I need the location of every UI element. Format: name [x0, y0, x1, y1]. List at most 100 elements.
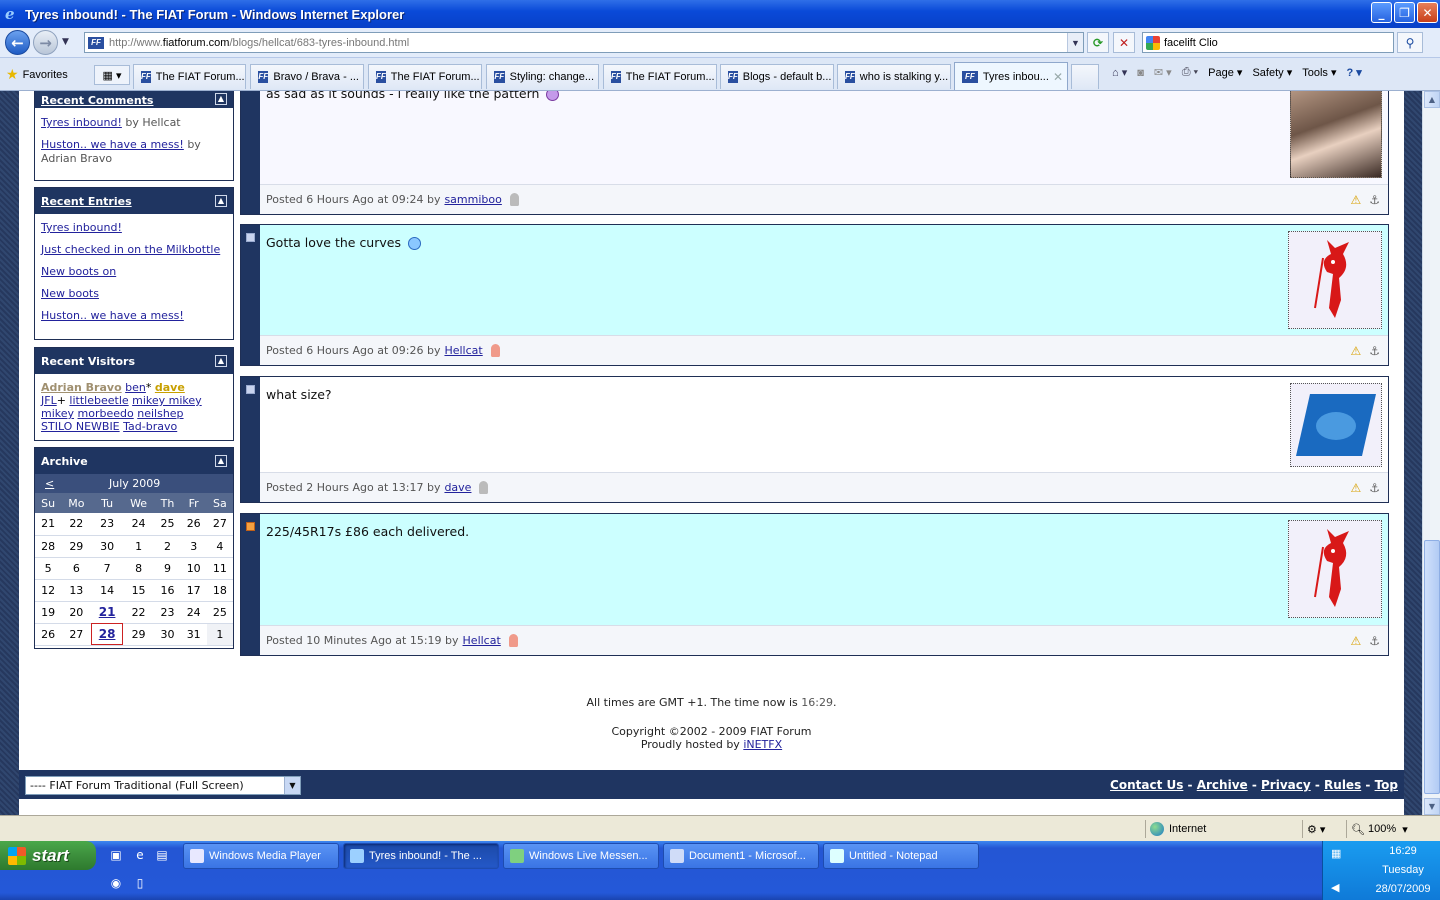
mail-icon[interactable]: ✉ ▾ [1154, 66, 1172, 79]
tab-3[interactable]: FF The FIAT Forum... [368, 64, 482, 89]
quicklaunch-media-icon[interactable]: ◉ [108, 875, 124, 891]
tab-1[interactable]: FF The FIAT Forum... [133, 64, 246, 89]
tools-menu[interactable]: Tools ▾ [1302, 66, 1336, 79]
calendar-day: 26 [35, 623, 62, 646]
task-internet-explorer[interactable]: Tyres inbound! - The ... [343, 843, 499, 869]
stop-button[interactable]: ✕ [1113, 32, 1135, 53]
help-icon[interactable]: ? ▾ [1346, 66, 1361, 79]
zoom-button[interactable]: 🔍︎ 100% ▾ [1346, 820, 1422, 838]
task-media-player[interactable]: Windows Media Player [183, 843, 339, 869]
host-link[interactable]: iNETFX [743, 738, 782, 751]
network-icon[interactable]: ▦ [1331, 847, 1341, 860]
post-author-link[interactable]: Hellcat [444, 344, 482, 357]
visitor-link[interactable]: mikey mikey [132, 394, 202, 407]
window-titlebar[interactable]: e Tyres inbound! - The FIAT Forum - Wind… [0, 0, 1440, 28]
post-author-link[interactable]: sammiboo [444, 193, 501, 206]
report-icon[interactable]: ⚠ [1350, 344, 1361, 358]
visitor-link[interactable]: dave [155, 381, 185, 394]
close-button[interactable]: ✕ [1417, 2, 1438, 23]
quicklaunch-desktop-icon[interactable]: ▣ [108, 847, 124, 863]
post-author-link[interactable]: Hellcat [463, 634, 501, 647]
task-word[interactable]: Document1 - Microsof... [663, 843, 819, 869]
entry-link[interactable]: Tyres inbound! [41, 221, 122, 234]
tab-active[interactable]: FF Tyres inbou... ✕ [954, 62, 1068, 90]
task-notepad[interactable]: Untitled - Notepad [823, 843, 979, 869]
collapse-icon[interactable]: ▲ [215, 195, 227, 207]
tab-4[interactable]: FF Styling: change... [486, 64, 599, 89]
visitor-link[interactable]: littlebeetle [69, 394, 128, 407]
report-icon[interactable]: ⚠ [1350, 481, 1361, 495]
tab-5[interactable]: FF The FIAT Forum... [603, 64, 717, 89]
report-icon[interactable]: ⚠ [1350, 634, 1361, 648]
visitor-link[interactable]: Adrian Bravo [41, 381, 122, 394]
minimize-button[interactable]: _ [1371, 2, 1392, 23]
entry-link[interactable]: New boots on [41, 265, 116, 278]
permalink-icon[interactable]: ⚓ [1369, 634, 1380, 648]
search-input[interactable]: facelift Clio [1142, 32, 1394, 53]
collapse-icon[interactable]: ▲ [215, 93, 227, 105]
url-input[interactable]: FF http://www. fiatforum.com/blogs/hellca… [84, 32, 1084, 53]
post-author-link[interactable]: dave [444, 481, 471, 494]
contact-us-link[interactable]: Contact Us [1110, 778, 1183, 792]
top-link[interactable]: Top [1375, 778, 1398, 792]
comment-link[interactable]: Tyres inbound! [41, 116, 122, 129]
tab-6[interactable]: FF Blogs - default b... [720, 64, 834, 89]
volume-icon[interactable]: ◀ [1331, 881, 1339, 894]
task-messenger[interactable]: Windows Live Messen... [503, 843, 659, 869]
entry-link[interactable]: Huston.. we have a mess! [41, 309, 184, 322]
recent-comments-title[interactable]: Recent Comments [41, 94, 153, 107]
favorites-button[interactable]: ★ Favorites [6, 66, 68, 83]
scroll-down-icon[interactable]: ▼ [1424, 798, 1440, 815]
style-chooser-select[interactable]: ---- FIAT Forum Traditional (Full Screen… [25, 776, 301, 795]
calendar-day-link[interactable]: 21 [99, 605, 116, 619]
page-menu[interactable]: Page ▾ [1208, 66, 1242, 79]
tab-7[interactable]: FF who is stalking y... [837, 64, 951, 89]
collapse-icon[interactable]: ▲ [215, 455, 227, 467]
protected-mode-icon[interactable]: ⚙ ▾ [1302, 820, 1344, 838]
print-icon[interactable]: ⎙ ▾ [1182, 66, 1198, 79]
vertical-scrollbar[interactable]: ▲ ▼ [1422, 91, 1440, 815]
scroll-up-icon[interactable]: ▲ [1424, 91, 1440, 108]
calendar-prev-link[interactable]: < [45, 477, 54, 490]
quicklaunch-ie-icon[interactable]: e [132, 847, 148, 863]
refresh-button[interactable]: ⟳ [1087, 32, 1109, 53]
tab-close-icon[interactable]: ✕ [1049, 70, 1063, 84]
recent-entries-title[interactable]: Recent Entries [41, 195, 132, 208]
permalink-icon[interactable]: ⚓ [1369, 193, 1380, 207]
visitor-link[interactable]: JFL [41, 394, 57, 407]
visitor-link[interactable]: Tad-bravo [123, 420, 177, 433]
url-dropdown-icon[interactable]: ▼ [1067, 33, 1083, 52]
calendar-day-link[interactable]: 28 [99, 627, 116, 641]
feeds-icon[interactable]: ◙ [1137, 67, 1144, 79]
entry-link[interactable]: Just checked in on the Milkbottle [41, 243, 220, 256]
permalink-icon[interactable]: ⚓ [1369, 481, 1380, 495]
report-icon[interactable]: ⚠ [1350, 193, 1361, 207]
new-tab-button[interactable] [1071, 64, 1099, 89]
rules-link[interactable]: Rules [1324, 778, 1361, 792]
safety-menu[interactable]: Safety ▾ [1252, 66, 1292, 79]
visitor-link[interactable]: ben [125, 381, 146, 394]
entry-link[interactable]: New boots [41, 287, 99, 300]
forward-button[interactable]: → [33, 30, 58, 55]
archive-link[interactable]: Archive [1197, 778, 1248, 792]
tab-2[interactable]: FF Bravo / Brava - ... [250, 64, 364, 89]
visitor-link[interactable]: neilshep [137, 407, 183, 420]
visitor-link[interactable]: morbeedo [78, 407, 134, 420]
comment-link[interactable]: Huston.. we have a mess! [41, 138, 184, 151]
quicklaunch-notepad-icon[interactable]: ▯ [132, 875, 148, 891]
history-dropdown-icon[interactable]: ▼ [62, 37, 69, 47]
permalink-icon[interactable]: ⚓ [1369, 344, 1380, 358]
scroll-thumb[interactable] [1424, 540, 1440, 794]
home-icon[interactable]: ⌂ ▾ [1112, 66, 1127, 79]
back-button[interactable]: ← [5, 30, 30, 55]
clock-time[interactable]: 16:29 [1373, 845, 1433, 857]
collapse-icon[interactable]: ▲ [215, 355, 227, 367]
privacy-link[interactable]: Privacy [1261, 778, 1311, 792]
start-button[interactable]: start [0, 841, 96, 870]
quicklaunch-word-icon[interactable]: ▤ [154, 847, 170, 863]
maximize-button[interactable]: ❐ [1394, 2, 1415, 23]
quick-tabs-button[interactable]: ▦ ▾ [94, 65, 130, 85]
search-button[interactable]: ⚲ [1397, 32, 1423, 53]
visitor-link[interactable]: STILO NEWBIE [41, 420, 120, 433]
visitor-link[interactable]: mikey [41, 407, 74, 420]
